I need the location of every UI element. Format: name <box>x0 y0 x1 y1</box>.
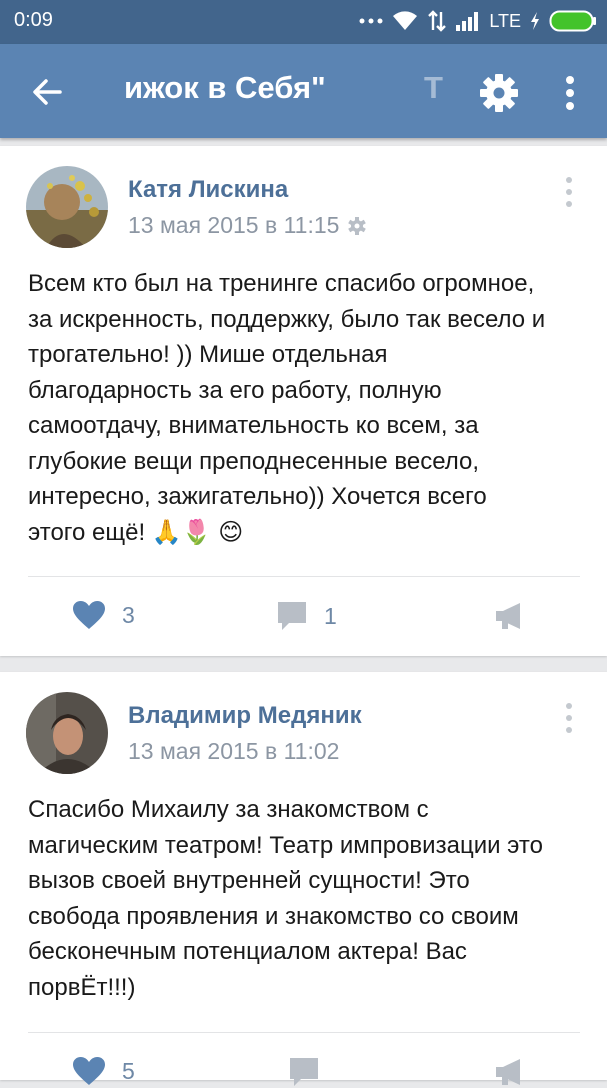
post-text: Всем кто был на тренинге спасибо огромно… <box>28 266 588 550</box>
post-text-line: свобода проявления и знакомство со своим <box>28 902 519 930</box>
post-text-line: за искренность, поддержку, было так весе… <box>28 305 546 333</box>
comment-button[interactable] <box>288 1056 320 1088</box>
post-text-line: магическим театром! Театр импровизации э… <box>28 831 543 859</box>
app-title-overflow: Т <box>424 70 443 105</box>
post-text-line: вызов своей внутренней сущности! Это <box>28 867 470 894</box>
emoji-smile: 😊 <box>218 518 244 546</box>
status-icons: LTE <box>359 6 597 36</box>
megaphone-icon <box>496 603 520 629</box>
post-date: 13 мая 2015 в 11:15 <box>128 212 340 238</box>
share-button[interactable] <box>494 600 526 632</box>
megaphone-icon <box>496 1059 520 1085</box>
signal-icon <box>456 12 479 31</box>
emoji-pray: 🙏 <box>151 518 182 546</box>
post-text-line: этого ещё! 🙏🌷 😊 <box>28 515 588 551</box>
heart-icon <box>73 601 105 629</box>
post-text-line: благодарность за его работу, полную <box>28 376 442 404</box>
like-count: 3 <box>122 601 135 628</box>
like-button[interactable]: 5 <box>72 1056 135 1086</box>
post-text-line: интересно, зажигательно)) Хочется всего <box>28 483 487 510</box>
post-text-line: порвЁт!!!) <box>28 973 136 1001</box>
back-arrow-icon <box>33 79 62 105</box>
divider <box>28 1032 580 1033</box>
post-author[interactable]: Катя Лискина <box>128 176 288 204</box>
post-text-line: самоотдачу, внимательность ко всем, за <box>28 412 479 439</box>
post-text-line: Всем кто был на тренинге спасибо огромно… <box>28 270 535 297</box>
post-text: Спасибо Михаилу за знакомством с магичес… <box>28 792 588 1005</box>
post-meta: 13 мая 2015 в 11:15 <box>128 212 367 239</box>
post-text-line: трогательно! )) Мише отдельная <box>28 341 388 368</box>
post-meta: 13 мая 2015 в 11:02 <box>128 738 339 765</box>
app-title: ижок в Себя" <box>124 70 326 105</box>
dots-icon <box>359 18 383 24</box>
comment-icon <box>290 1058 318 1086</box>
post-text-line-end: этого ещё! <box>28 518 146 546</box>
more-vertical-icon <box>566 76 574 110</box>
network-type: LTE <box>489 10 521 31</box>
emoji-tulip: 🌷 <box>181 518 212 546</box>
share-button[interactable] <box>494 1056 526 1088</box>
app-bar: ижок в Себя" Т <box>0 44 607 138</box>
comment-count: 1 <box>324 602 337 629</box>
wifi-icon <box>393 11 418 30</box>
heart-icon <box>73 1057 105 1085</box>
post-text-line: глубокие вещи преподнесенные весело, <box>28 447 480 475</box>
status-time: 0:09 <box>14 9 53 31</box>
comment-button[interactable]: 1 <box>276 600 337 632</box>
post-date: 13 мая 2015 в 11:02 <box>128 738 340 764</box>
data-transfer-icon <box>428 10 447 32</box>
more-vertical-icon <box>566 703 572 733</box>
avatar[interactable] <box>26 166 108 248</box>
battery-icon <box>549 10 596 32</box>
gear-icon <box>480 74 518 112</box>
like-button[interactable]: 3 <box>72 600 135 630</box>
charging-icon <box>531 12 539 30</box>
status-bar: 0:09 LTE <box>0 0 607 44</box>
post-card: Владимир Медяник 13 мая 2015 в 11:02 Спа… <box>0 672 607 1086</box>
like-count: 5 <box>122 1057 135 1084</box>
divider <box>28 576 580 577</box>
post-menu-button[interactable] <box>556 700 582 736</box>
post-text-line: бесконечным потенциалом актера! Вас <box>28 938 467 965</box>
comment-icon <box>278 602 306 630</box>
back-button[interactable] <box>24 68 72 116</box>
more-vertical-icon <box>566 177 572 207</box>
post-text-line: Спасибо Михаилу за знакомством с <box>28 796 429 823</box>
more-button[interactable] <box>552 72 588 114</box>
post-card: Катя Лискина 13 мая 2015 в 11:15 Всем кт… <box>0 146 607 656</box>
avatar[interactable] <box>26 692 108 774</box>
post-menu-button[interactable] <box>556 174 582 210</box>
post-author[interactable]: Владимир Медяник <box>128 702 362 730</box>
settings-button[interactable] <box>478 72 520 114</box>
app-source-icon <box>348 216 367 235</box>
